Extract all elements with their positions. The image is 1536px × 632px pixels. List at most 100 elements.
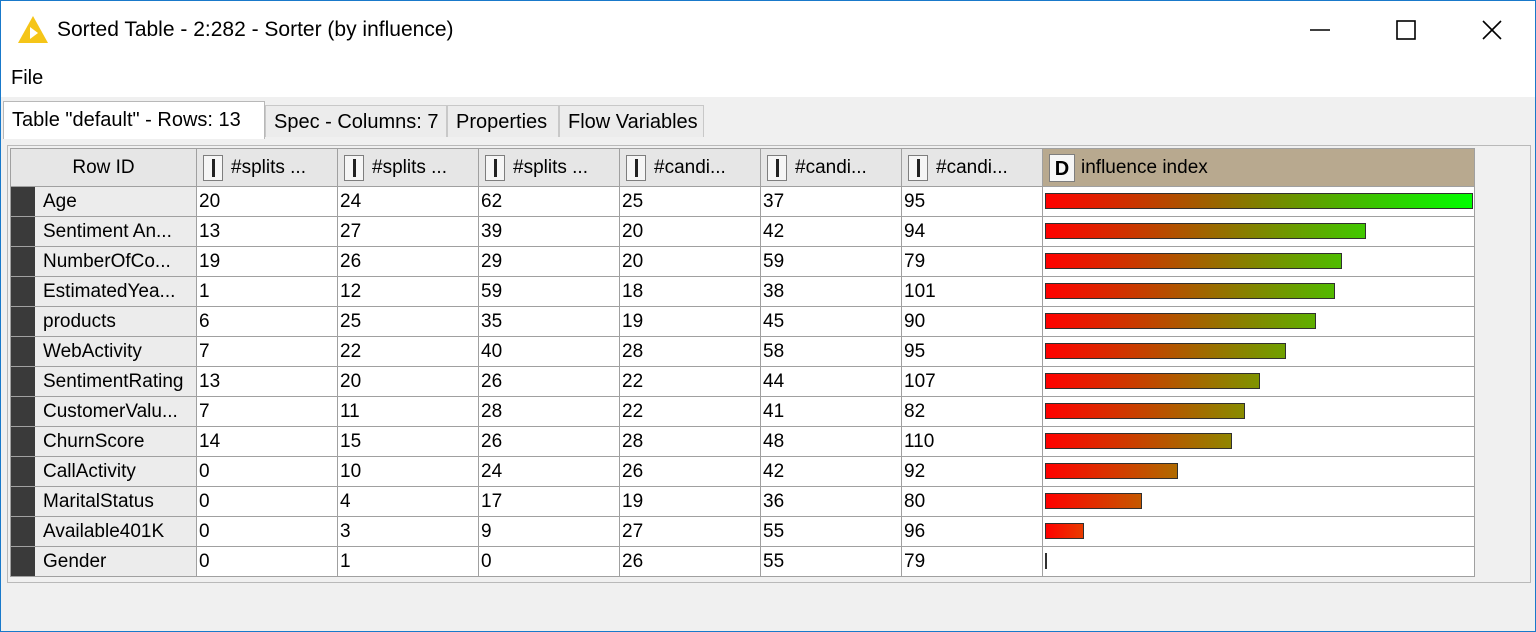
table-cell[interactable]: 0 <box>196 516 338 547</box>
influence-cell[interactable] <box>1042 546 1475 577</box>
table-cell[interactable]: 58 <box>760 336 902 367</box>
table-row[interactable]: products 6 25 35 19 45 90 <box>10 306 1475 337</box>
row-id-cell[interactable]: CustomerValu... <box>10 396 197 427</box>
table-cell[interactable]: 28 <box>619 426 761 457</box>
table-cell[interactable]: 35 <box>478 306 620 337</box>
table-cell[interactable]: 42 <box>760 456 902 487</box>
row-id-cell[interactable]: Age <box>10 186 197 217</box>
influence-cell[interactable] <box>1042 246 1475 277</box>
row-id-cell[interactable]: NumberOfCo... <box>10 246 197 277</box>
influence-cell[interactable] <box>1042 396 1475 427</box>
table-cell[interactable]: 44 <box>760 366 902 397</box>
influence-cell[interactable] <box>1042 366 1475 397</box>
influence-cell[interactable] <box>1042 216 1475 247</box>
table-cell[interactable]: 9 <box>478 516 620 547</box>
column-header[interactable]: #candi... <box>619 148 761 187</box>
table-row[interactable]: Gender 0 1 0 26 55 79 <box>10 546 1475 577</box>
column-header[interactable]: #candi... <box>901 148 1043 187</box>
table-cell[interactable]: 59 <box>478 276 620 307</box>
row-id-cell[interactable]: ChurnScore <box>10 426 197 457</box>
table-cell[interactable]: 22 <box>337 336 479 367</box>
table-cell[interactable]: 1 <box>337 546 479 577</box>
table-cell[interactable]: 19 <box>619 306 761 337</box>
row-id-cell[interactable]: EstimatedYea... <box>10 276 197 307</box>
table-cell[interactable]: 82 <box>901 396 1043 427</box>
close-button[interactable] <box>1449 1 1535 59</box>
table-cell[interactable]: 26 <box>619 456 761 487</box>
table-row[interactable]: SentimentRating 13 20 26 22 44 107 <box>10 366 1475 397</box>
table-cell[interactable]: 80 <box>901 486 1043 517</box>
influence-cell[interactable] <box>1042 276 1475 307</box>
table-cell[interactable]: 107 <box>901 366 1043 397</box>
table-cell[interactable]: 13 <box>196 366 338 397</box>
table-cell[interactable]: 94 <box>901 216 1043 247</box>
table-row[interactable]: CustomerValu... 7 11 28 22 41 82 <box>10 396 1475 427</box>
table-cell[interactable]: 28 <box>619 336 761 367</box>
table-row[interactable]: ChurnScore 14 15 26 28 48 110 <box>10 426 1475 457</box>
table-row[interactable]: WebActivity 7 22 40 28 58 95 <box>10 336 1475 367</box>
minimize-button[interactable] <box>1277 1 1363 59</box>
table-cell[interactable]: 19 <box>196 246 338 277</box>
table-cell[interactable]: 20 <box>196 186 338 217</box>
table-cell[interactable]: 92 <box>901 456 1043 487</box>
tab-spec[interactable]: Spec - Columns: 7 <box>265 105 447 137</box>
table-cell[interactable]: 95 <box>901 336 1043 367</box>
table-cell[interactable]: 36 <box>760 486 902 517</box>
table-cell[interactable]: 14 <box>196 426 338 457</box>
table-cell[interactable]: 27 <box>619 516 761 547</box>
table-cell[interactable]: 7 <box>196 336 338 367</box>
row-id-cell[interactable]: products <box>10 306 197 337</box>
table-cell[interactable]: 55 <box>760 546 902 577</box>
table-cell[interactable]: 26 <box>619 546 761 577</box>
influence-cell[interactable] <box>1042 186 1475 217</box>
table-cell[interactable]: 24 <box>478 456 620 487</box>
influence-cell[interactable] <box>1042 306 1475 337</box>
table-cell[interactable]: 28 <box>478 396 620 427</box>
influence-cell[interactable] <box>1042 456 1475 487</box>
column-header[interactable]: #splits ... <box>337 148 479 187</box>
table-cell[interactable]: 0 <box>196 546 338 577</box>
table-cell[interactable]: 17 <box>478 486 620 517</box>
table-cell[interactable]: 55 <box>760 516 902 547</box>
table-row[interactable]: Available401K 0 3 9 27 55 96 <box>10 516 1475 547</box>
table-cell[interactable]: 62 <box>478 186 620 217</box>
influence-cell[interactable] <box>1042 336 1475 367</box>
row-id-cell[interactable]: Gender <box>10 546 197 577</box>
table-cell[interactable]: 41 <box>760 396 902 427</box>
row-id-cell[interactable]: Sentiment An... <box>10 216 197 247</box>
row-id-cell[interactable]: WebActivity <box>10 336 197 367</box>
table-cell[interactable]: 38 <box>760 276 902 307</box>
table-cell[interactable]: 90 <box>901 306 1043 337</box>
table-cell[interactable]: 0 <box>196 456 338 487</box>
table-cell[interactable]: 26 <box>478 366 620 397</box>
table-cell[interactable]: 7 <box>196 396 338 427</box>
table-cell[interactable]: 110 <box>901 426 1043 457</box>
table-cell[interactable]: 26 <box>478 426 620 457</box>
table-cell[interactable]: 96 <box>901 516 1043 547</box>
table-cell[interactable]: 101 <box>901 276 1043 307</box>
table-cell[interactable]: 40 <box>478 336 620 367</box>
table-row[interactable]: CallActivity 0 10 24 26 42 92 <box>10 456 1475 487</box>
table-cell[interactable]: 10 <box>337 456 479 487</box>
table-cell[interactable]: 0 <box>478 546 620 577</box>
table-cell[interactable]: 59 <box>760 246 902 277</box>
influence-cell[interactable] <box>1042 486 1475 517</box>
table-cell[interactable]: 18 <box>619 276 761 307</box>
tab-table-default[interactable]: Table "default" - Rows: 13 <box>3 101 265 139</box>
title-bar[interactable]: Sorted Table - 2:282 - Sorter (by influe… <box>1 1 1535 59</box>
influence-index-header[interactable]: Dinfluence index <box>1042 148 1475 187</box>
table-cell[interactable]: 3 <box>337 516 479 547</box>
table-cell[interactable]: 13 <box>196 216 338 247</box>
row-id-cell[interactable]: CallActivity <box>10 456 197 487</box>
table-cell[interactable]: 20 <box>337 366 479 397</box>
column-header[interactable]: #candi... <box>760 148 902 187</box>
column-header[interactable]: #splits ... <box>478 148 620 187</box>
table-cell[interactable]: 26 <box>337 246 479 277</box>
table-cell[interactable]: 19 <box>619 486 761 517</box>
table-cell[interactable]: 25 <box>619 186 761 217</box>
table-cell[interactable]: 15 <box>337 426 479 457</box>
row-id-cell[interactable]: SentimentRating <box>10 366 197 397</box>
table-cell[interactable]: 11 <box>337 396 479 427</box>
table-cell[interactable]: 4 <box>337 486 479 517</box>
maximize-button[interactable] <box>1363 1 1449 59</box>
